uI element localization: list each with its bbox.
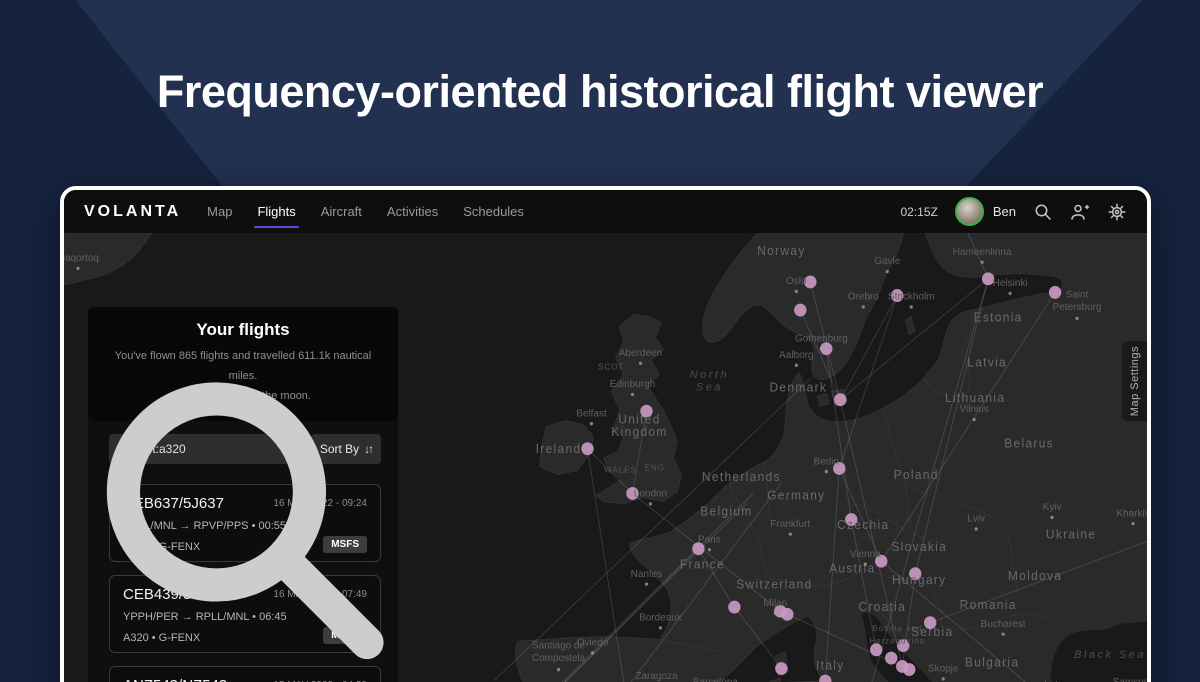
land-great-britain <box>596 314 682 504</box>
svg-text:Oviedo: Oviedo <box>577 637 609 648</box>
svg-text:France: France <box>680 557 725 571</box>
tab-flights[interactable]: Flights <box>257 190 295 233</box>
svg-text:Edinburgh: Edinburgh <box>610 379 655 390</box>
search-icon <box>88 307 398 682</box>
svg-text:Zaragoza: Zaragoza <box>635 671 677 682</box>
map-canvas[interactable]: Norway Denmark Estonia Latvia Lithuania Belar… <box>64 233 1147 682</box>
tab-aircraft[interactable]: Aircraft <box>321 190 362 233</box>
airport-dot[interactable] <box>775 662 787 675</box>
svg-text:Denmark: Denmark <box>769 380 827 394</box>
zulu-clock: 02:15Z <box>901 205 938 219</box>
svg-text:Stockholm: Stockholm <box>888 292 935 303</box>
svg-text:Barcelona: Barcelona <box>693 677 738 682</box>
svg-text:Kyiv: Kyiv <box>1043 502 1063 513</box>
svg-text:Qaqortoq: Qaqortoq <box>64 253 99 264</box>
svg-text:Samsun: Samsun <box>1113 677 1147 682</box>
svg-text:Nantes: Nantes <box>631 569 663 580</box>
svg-text:Latvia: Latvia <box>967 355 1007 369</box>
tab-map[interactable]: Map <box>207 190 232 233</box>
svg-text:Aalborg: Aalborg <box>779 350 814 361</box>
island-gotland <box>905 316 915 335</box>
tab-schedules[interactable]: Schedules <box>463 190 524 233</box>
svg-text:UnitedKingdom: UnitedKingdom <box>611 412 667 439</box>
svg-text:Black Sea: Black Sea <box>1074 649 1146 661</box>
island-funen <box>817 393 829 406</box>
svg-text:Frankfurt: Frankfurt <box>770 519 810 530</box>
svg-text:Germany: Germany <box>767 489 825 503</box>
svg-text:Kharkiv: Kharkiv <box>1116 508 1147 519</box>
airport-dot[interactable] <box>728 601 740 614</box>
svg-text:Milan: Milan <box>763 598 787 609</box>
svg-text:ENG.: ENG. <box>645 463 669 472</box>
map-settings-tab[interactable]: Map Settings <box>1122 341 1147 421</box>
svg-text:Netherlands: Netherlands <box>702 470 781 484</box>
svg-text:Italy: Italy <box>816 658 844 672</box>
navbar-right: 02:15Z Ben <box>901 197 1128 226</box>
app-window: VOLANTA Map Flights Aircraft Activities … <box>60 186 1151 682</box>
svg-text:Aberdeen: Aberdeen <box>619 348 662 359</box>
svg-text:Czechia: Czechia <box>837 518 889 532</box>
svg-text:Ukraine: Ukraine <box>1046 527 1096 541</box>
airport-dot[interactable] <box>1049 286 1061 299</box>
svg-text:WALES: WALES <box>604 465 637 474</box>
svg-text:Slovakia: Slovakia <box>891 540 947 554</box>
settings-gear-icon[interactable] <box>1107 202 1127 222</box>
svg-text:NorthSea: NorthSea <box>690 369 729 394</box>
svg-text:Ireland: Ireland <box>536 442 582 456</box>
svg-text:Gothenburg: Gothenburg <box>795 333 848 344</box>
svg-text:London: London <box>634 488 667 499</box>
svg-text:Lithuania: Lithuania <box>945 391 1005 405</box>
svg-text:Lviv: Lviv <box>967 513 986 524</box>
airport-dot[interactable] <box>834 393 846 406</box>
airport-dot[interactable] <box>794 304 806 317</box>
svg-text:Belarus: Belarus <box>1004 436 1054 450</box>
volanta-logo: VOLANTA <box>84 203 181 221</box>
airport-dot[interactable] <box>781 608 793 621</box>
username[interactable]: Ben <box>993 204 1016 219</box>
svg-text:Moldova: Moldova <box>1008 569 1062 583</box>
svg-text:Switzerland: Switzerland <box>736 577 812 591</box>
search-row: aircraft:a320 Sort By ↓↑ <box>88 421 398 484</box>
svg-text:Belgium: Belgium <box>700 504 752 518</box>
svg-text:Romania: Romania <box>960 598 1017 612</box>
svg-text:Berlin: Berlin <box>814 456 839 467</box>
search-icon[interactable] <box>1033 202 1053 222</box>
your-flights-panel: Your flights You've flown 865 flights an… <box>88 307 398 682</box>
svg-text:Bordeaux: Bordeaux <box>639 612 682 623</box>
svg-text:Paris: Paris <box>698 534 721 545</box>
svg-text:Croatia: Croatia <box>858 600 906 614</box>
svg-text:Poland: Poland <box>894 468 939 482</box>
svg-text:Orebro: Orebro <box>848 292 879 303</box>
svg-text:Gavle: Gavle <box>874 256 900 267</box>
svg-text:Vilnius: Vilnius <box>960 404 989 415</box>
svg-text:Oslo: Oslo <box>786 276 807 287</box>
airport-dot[interactable] <box>885 652 897 665</box>
svg-text:Helsinki: Helsinki <box>993 278 1028 289</box>
svg-text:Bulgaria: Bulgaria <box>965 655 1019 669</box>
svg-text:Skopje: Skopje <box>928 663 959 674</box>
map-settings-label: Map Settings <box>1129 346 1141 416</box>
airport-dot[interactable] <box>581 442 593 455</box>
svg-text:Estonia: Estonia <box>974 310 1023 324</box>
svg-text:Hameenlinna: Hameenlinna <box>953 247 1012 258</box>
page-title: Frequency-oriented historical flight vie… <box>0 66 1200 118</box>
friends-icon[interactable] <box>1070 202 1090 222</box>
avatar[interactable] <box>955 197 984 226</box>
svg-text:Belfast: Belfast <box>576 408 607 419</box>
svg-text:Vienna: Vienna <box>850 549 881 560</box>
airport-dot[interactable] <box>903 663 915 676</box>
tab-activities[interactable]: Activities <box>387 190 438 233</box>
svg-text:Norway: Norway <box>757 244 805 258</box>
svg-text:Austria: Austria <box>829 561 875 575</box>
flight-search-input[interactable]: aircraft:a320 <box>109 434 300 464</box>
svg-text:Bucharest: Bucharest <box>981 619 1026 630</box>
svg-text:Hungary: Hungary <box>892 573 946 587</box>
top-navbar: VOLANTA Map Flights Aircraft Activities … <box>64 190 1147 233</box>
svg-text:SCOT.: SCOT. <box>598 362 627 371</box>
